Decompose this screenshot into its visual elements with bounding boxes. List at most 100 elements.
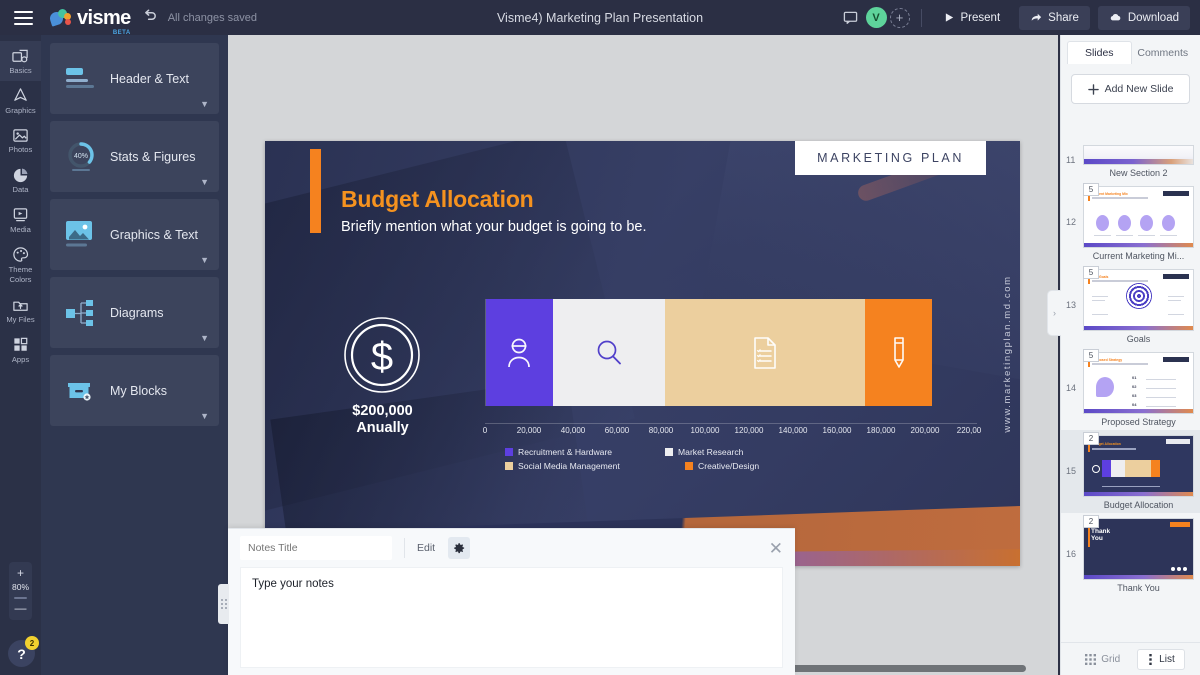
gear-icon[interactable] <box>448 537 470 559</box>
slide-list-item[interactable]: 13 5 Our Goals Goals <box>1061 264 1200 347</box>
sidebar-item-graphics[interactable]: Graphics <box>0 81 41 121</box>
zoom-out-button[interactable]: — <box>15 602 27 614</box>
bar-segment-recruitment[interactable] <box>486 299 553 406</box>
x-tick: 220,00 <box>957 426 981 435</box>
slide-thumbnail[interactable]: Current Marketing Mix <box>1083 186 1194 248</box>
tab-slides[interactable]: Slides <box>1067 41 1132 64</box>
sidebar-item-apps[interactable]: Apps <box>0 330 41 370</box>
legend-swatch <box>505 448 513 456</box>
chevron-down-icon[interactable]: ▼ <box>200 99 209 109</box>
sidebar-item-media[interactable]: Media <box>0 200 41 240</box>
slide-website[interactable]: www.marketingplan.md.com <box>1002 275 1013 432</box>
slide-list-item-selected[interactable]: 15 2 Budget Allocation Budget Alloc <box>1061 430 1200 513</box>
block-card-graphics-text[interactable]: Graphics & Text ▼ <box>50 199 219 270</box>
bar-segment-market-research[interactable] <box>553 299 665 406</box>
slide-badge: 5 <box>1083 266 1099 279</box>
block-card-my-blocks[interactable]: My Blocks ▼ <box>50 355 219 426</box>
present-button[interactable]: Present <box>933 6 1012 30</box>
share-button[interactable]: Share <box>1019 6 1090 30</box>
slide-caption: Thank You <box>1083 583 1194 593</box>
menu-icon[interactable] <box>0 0 46 35</box>
legend-item[interactable]: Market Research <box>665 447 825 457</box>
visme-logo[interactable]: visme BETA <box>50 8 131 28</box>
comment-icon[interactable] <box>843 10 858 25</box>
slide-number: 14 <box>1066 383 1076 393</box>
present-label: Present <box>961 12 1001 24</box>
slides-panel: › Slides Comments Add New Slide 11 New S… <box>1060 35 1200 675</box>
help-button[interactable]: ? 2 <box>8 640 35 667</box>
panel-collapse-button[interactable]: › <box>1047 290 1061 336</box>
slide-thumbnail-list[interactable]: 11 New Section 2 12 5 Current Marketing … <box>1061 140 1200 642</box>
budget-amount-value: $200,000 <box>310 403 455 420</box>
legend-swatch <box>505 462 513 470</box>
slide-title[interactable]: Budget Allocation <box>341 186 534 213</box>
slide-badge: 5 <box>1083 183 1099 196</box>
left-rail: Basics Graphics Photos Data Media <box>0 35 41 675</box>
notes-edit-button[interactable]: Edit <box>417 542 435 554</box>
legend-label: Market Research <box>678 447 743 457</box>
sidebar-item-photos[interactable]: Photos <box>0 120 41 160</box>
notes-title-input[interactable] <box>240 536 392 560</box>
chevron-down-icon[interactable]: ▼ <box>200 255 209 265</box>
bar-segment-creative-design[interactable] <box>865 299 932 406</box>
slide-caption: Current Marketing Mi... <box>1083 251 1194 261</box>
list-icon <box>1147 654 1154 665</box>
legend-item[interactable]: Social Media Management <box>505 461 685 471</box>
sidebar-label: Basics <box>9 67 31 76</box>
grid-view-button[interactable]: Grid <box>1076 650 1129 669</box>
logo-wordmark: visme BETA <box>77 8 131 28</box>
stats-figures-icon: 40% <box>64 140 100 174</box>
slide-list-item[interactable]: 14 5 Proposed Strategy 01 02 03 04 <box>1061 347 1200 430</box>
x-tick: 40,000 <box>561 426 585 435</box>
play-icon <box>944 12 955 23</box>
add-collaborator-icon[interactable]: + <box>890 8 910 28</box>
slide-thumbnail[interactable] <box>1083 145 1194 165</box>
block-card-header-text[interactable]: Header & Text ▼ <box>50 43 219 114</box>
block-card-stats-figures[interactable]: 40% Stats & Figures ▼ <box>50 121 219 192</box>
budget-chart[interactable]: 0 20,000 40,000 60,000 80,000 100,000 12… <box>477 299 977 479</box>
block-card-diagrams[interactable]: Diagrams ▼ <box>50 277 219 348</box>
x-tick: 80,000 <box>649 426 673 435</box>
legend-item[interactable]: Recruitment & Hardware <box>505 447 665 457</box>
zoom-in-button[interactable]: + <box>17 567 24 579</box>
tab-comments[interactable]: Comments <box>1132 41 1195 64</box>
sidebar-item-theme-colors[interactable]: Theme Colors <box>0 240 41 290</box>
add-new-slide-button[interactable]: Add New Slide <box>1071 74 1190 104</box>
list-view-button[interactable]: List <box>1137 649 1185 670</box>
chart-axis-line <box>485 423 977 424</box>
undo-icon[interactable] <box>143 8 158 28</box>
slide-thumbnail[interactable]: Budget Allocation <box>1083 435 1194 497</box>
slide-thumbnail[interactable]: Our Goals <box>1083 269 1194 331</box>
marketing-plan-tag[interactable]: MARKETING PLAN <box>795 141 986 175</box>
slide-list-item[interactable]: 16 2 ThankYou Thank You <box>1061 513 1200 596</box>
budget-amount-period: Anually <box>310 420 455 437</box>
sidebar-item-basics[interactable]: Basics <box>0 41 41 81</box>
legend-item[interactable]: Creative/Design <box>685 461 845 471</box>
chart-plot-area <box>485 299 977 406</box>
slide-subtitle[interactable]: Briefly mention what your budget is goin… <box>341 219 646 235</box>
slide-list-item[interactable]: 12 5 Current Marketing Mix Current <box>1061 181 1200 264</box>
download-button[interactable]: Download <box>1098 6 1190 30</box>
close-icon[interactable]: ✕ <box>769 540 783 557</box>
bar-segment-social-media[interactable] <box>665 299 866 406</box>
slide-canvas[interactable]: Budget Allocation Briefly mention what y… <box>265 141 1020 566</box>
zoom-slider[interactable] <box>14 597 27 599</box>
slide-thumbnail[interactable]: ThankYou <box>1083 518 1194 580</box>
graphics-text-icon <box>64 218 100 252</box>
chevron-down-icon[interactable]: ▼ <box>200 411 209 421</box>
header-text-icon <box>64 62 100 96</box>
sidebar-item-data[interactable]: Data <box>0 160 41 200</box>
avatar[interactable]: V <box>866 7 887 28</box>
visme-editor: visme BETA All changes saved Visme4) Mar… <box>0 0 1200 675</box>
x-tick: 20,000 <box>517 426 541 435</box>
sidebar-item-my-files[interactable]: My Files <box>0 290 41 330</box>
chevron-down-icon[interactable]: ▼ <box>200 333 209 343</box>
chevron-down-icon[interactable]: ▼ <box>200 177 209 187</box>
block-card-label: Header & Text <box>110 72 189 86</box>
slide-list-item[interactable]: 11 New Section 2 <box>1061 140 1200 181</box>
notes-textarea[interactable]: Type your notes <box>240 567 783 668</box>
drag-handle-icon[interactable] <box>218 584 229 624</box>
basics-icon <box>12 47 30 65</box>
slide-badge: 2 <box>1083 432 1099 445</box>
slide-thumbnail[interactable]: Proposed Strategy 01 02 03 04 <box>1083 352 1194 414</box>
